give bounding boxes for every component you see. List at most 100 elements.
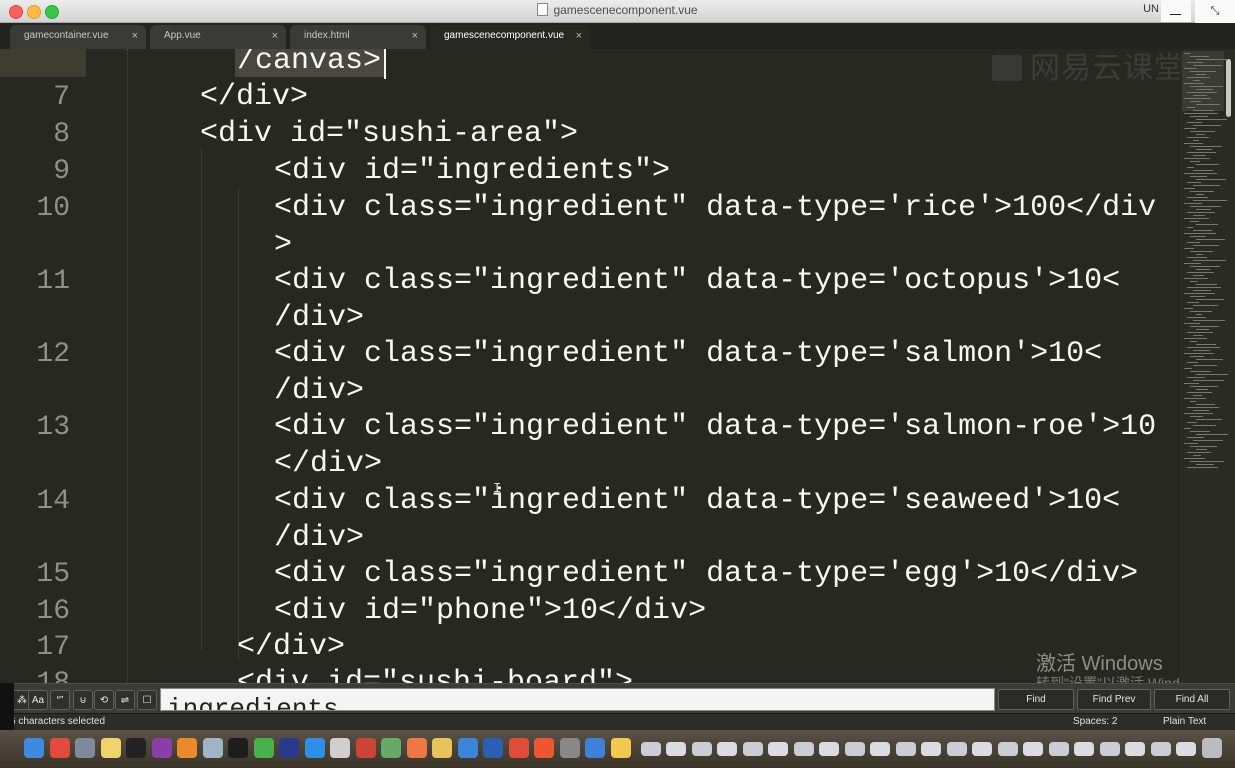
tab-gamecontainer[interactable]: gamecontainer.vue × bbox=[10, 25, 146, 49]
code-line-partial[interactable]: /canvas> bbox=[237, 49, 381, 80]
window-icon[interactable] bbox=[717, 742, 737, 756]
app-icon[interactable] bbox=[381, 738, 401, 758]
window-icon[interactable] bbox=[870, 742, 890, 756]
window-icon[interactable] bbox=[946, 742, 967, 756]
code-line-wrap[interactable]: /div> bbox=[274, 373, 364, 410]
window-icon[interactable] bbox=[895, 742, 916, 756]
chrome-icon[interactable] bbox=[508, 738, 529, 758]
window-icon[interactable] bbox=[972, 742, 992, 756]
code-line-wrap[interactable]: /div> bbox=[274, 300, 364, 337]
code-line[interactable]: <div class="ingredient" data-type='salmo… bbox=[274, 336, 1102, 373]
window-icon[interactable] bbox=[1099, 742, 1120, 756]
minimap-line bbox=[1196, 239, 1225, 240]
window-icon[interactable] bbox=[997, 742, 1018, 756]
tab-app[interactable]: App.vue × bbox=[150, 25, 286, 49]
line-number: 14 bbox=[36, 486, 70, 517]
code-line[interactable]: <div class="ingredient" data-type='rice'… bbox=[274, 190, 1156, 227]
notes-icon[interactable] bbox=[100, 738, 121, 758]
window-icon[interactable] bbox=[1150, 742, 1171, 756]
safari-icon[interactable] bbox=[304, 738, 325, 758]
minimap-line bbox=[1196, 134, 1205, 135]
window-icon[interactable] bbox=[742, 742, 763, 756]
window-icon[interactable] bbox=[691, 742, 712, 756]
folder-icon[interactable] bbox=[432, 738, 452, 758]
syntax-status[interactable]: Plain Text bbox=[1163, 714, 1206, 730]
minimap-line bbox=[1196, 464, 1214, 465]
minimap[interactable] bbox=[1180, 49, 1235, 683]
app-icon[interactable] bbox=[355, 738, 376, 758]
finder-icon[interactable] bbox=[24, 738, 44, 758]
rp-icon[interactable] bbox=[151, 738, 172, 758]
code-line-wrap[interactable]: /div> bbox=[274, 520, 364, 557]
browser-icon[interactable] bbox=[279, 738, 299, 758]
indent-guide bbox=[201, 149, 202, 649]
window-icon[interactable] bbox=[921, 742, 941, 756]
code-line[interactable]: <div id="sushi-area"> bbox=[200, 116, 578, 153]
code-line[interactable]: </div> bbox=[237, 629, 345, 666]
chrome-icon[interactable] bbox=[49, 738, 70, 758]
app-icon[interactable] bbox=[406, 738, 427, 758]
window-icon[interactable] bbox=[640, 742, 661, 756]
line-number: 15 bbox=[36, 559, 70, 590]
app-icon[interactable] bbox=[457, 738, 478, 758]
window-icon[interactable] bbox=[844, 742, 865, 756]
tab-index[interactable]: index.html × bbox=[290, 25, 426, 49]
vertical-scrollbar[interactable] bbox=[1226, 59, 1231, 117]
window-icon[interactable] bbox=[793, 742, 814, 756]
code-line[interactable]: <div class="ingredient" data-type='egg'>… bbox=[274, 556, 1138, 593]
code-line-wrap[interactable]: </div> bbox=[274, 446, 382, 483]
code-line[interactable]: <div id="phone">10</div> bbox=[274, 593, 706, 630]
minimap-line bbox=[1196, 179, 1226, 180]
minimize-button[interactable] bbox=[1161, 0, 1191, 22]
case-sensitive-toggle[interactable]: Aa bbox=[28, 690, 48, 710]
trash-icon[interactable] bbox=[1201, 738, 1222, 758]
in-selection-toggle[interactable]: ⊍ bbox=[73, 690, 93, 710]
evernote-icon[interactable] bbox=[253, 738, 274, 758]
code-editor[interactable]: 网易云课堂 /canvas> 7 </div> 8 <div id="sushi… bbox=[0, 49, 1180, 683]
settings-icon[interactable] bbox=[559, 738, 580, 758]
code-line[interactable]: </div> bbox=[200, 79, 308, 116]
window-icon[interactable] bbox=[1023, 742, 1043, 756]
window-icon[interactable] bbox=[1048, 742, 1069, 756]
code-line[interactable]: <div class="ingredient" data-type='seawe… bbox=[274, 483, 1120, 520]
show-context-toggle[interactable]: ☐ bbox=[137, 690, 157, 710]
code-line-wrap[interactable]: > bbox=[274, 227, 292, 264]
word-icon[interactable] bbox=[483, 738, 503, 758]
find-all-button[interactable]: Find All bbox=[1154, 689, 1230, 710]
code-line[interactable]: <div id="sushi-board"> bbox=[237, 665, 633, 683]
window-icon[interactable] bbox=[1176, 742, 1196, 756]
minimap-line bbox=[1184, 98, 1211, 99]
terminal-icon[interactable] bbox=[126, 738, 146, 758]
tab-gamescenecomponent[interactable]: gamescenecomponent.vue × bbox=[430, 25, 590, 49]
minimap-viewport[interactable] bbox=[1182, 51, 1224, 111]
preview-icon[interactable] bbox=[202, 738, 223, 758]
minimap-line bbox=[1190, 56, 1209, 57]
find-button[interactable]: Find bbox=[998, 689, 1074, 710]
whole-word-toggle[interactable]: “” bbox=[50, 690, 70, 710]
tab-close-icon[interactable]: × bbox=[412, 25, 418, 47]
wrap-toggle[interactable]: ⟲ bbox=[94, 690, 114, 710]
window-icon[interactable] bbox=[768, 742, 788, 756]
app-icon[interactable] bbox=[534, 738, 554, 758]
window-icon[interactable] bbox=[1125, 742, 1145, 756]
tab-close-icon[interactable]: × bbox=[576, 25, 582, 47]
find-prev-button[interactable]: Find Prev bbox=[1077, 689, 1151, 710]
find-input[interactable]: ingredients bbox=[160, 688, 995, 711]
app-icon[interactable] bbox=[585, 738, 605, 758]
code-line[interactable]: <div id="ingredients"> bbox=[274, 153, 670, 190]
highlight-matches-toggle[interactable]: ⇌ bbox=[115, 690, 135, 710]
tab-close-icon[interactable]: × bbox=[272, 25, 278, 47]
tab-close-icon[interactable]: × bbox=[132, 25, 138, 47]
window-icon[interactable] bbox=[819, 742, 839, 756]
launchpad-icon[interactable] bbox=[75, 738, 95, 758]
code-line[interactable]: <div class="ingredient" data-type='salmo… bbox=[274, 409, 1156, 446]
indentation-status[interactable]: Spaces: 2 bbox=[1073, 714, 1117, 730]
sublime-icon[interactable] bbox=[177, 738, 197, 758]
activity-icon[interactable] bbox=[228, 738, 248, 758]
window-icon[interactable] bbox=[1074, 742, 1094, 756]
window-icon[interactable] bbox=[666, 742, 686, 756]
line-number: 17 bbox=[36, 632, 70, 663]
app-icon[interactable] bbox=[330, 738, 350, 758]
folder-icon[interactable] bbox=[610, 738, 631, 758]
code-line[interactable]: <div class="ingredient" data-type='octop… bbox=[274, 263, 1120, 300]
